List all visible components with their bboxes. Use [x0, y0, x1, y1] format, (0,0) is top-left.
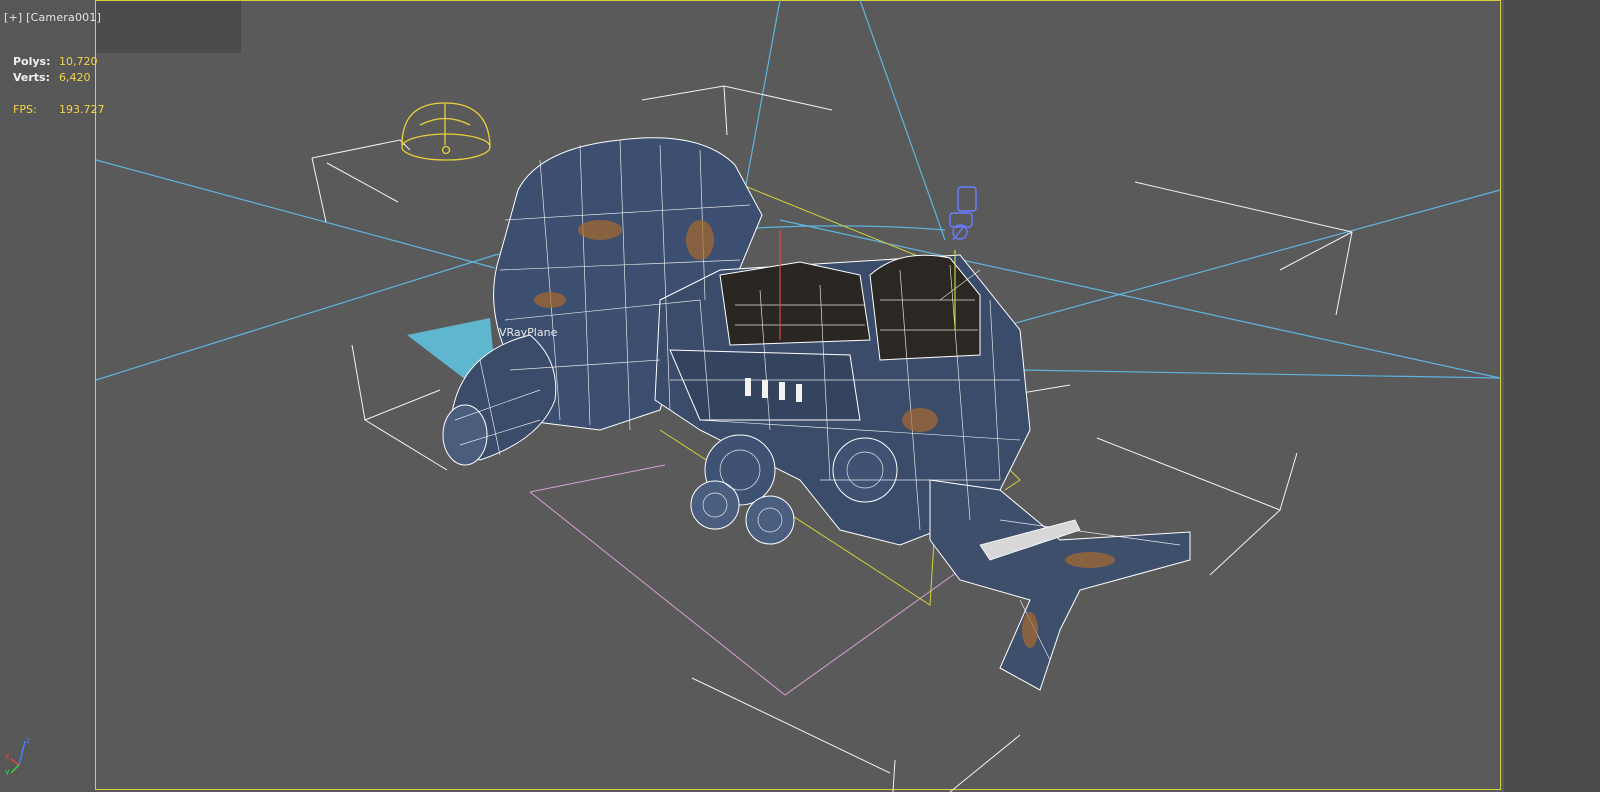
camera-icon[interactable]: [949, 186, 977, 241]
axis-z-label: z: [26, 736, 30, 745]
viewport-label: [+] [Camera001]: [4, 11, 101, 24]
stat-fps: FPS: 193.727: [13, 103, 105, 116]
scene-canvas[interactable]: [0, 0, 1600, 792]
polys-label: Polys:: [13, 55, 51, 68]
fps-value: 193.727: [59, 103, 105, 116]
viewport-menu-button[interactable]: [+]: [4, 11, 22, 24]
axis-x-label: x: [5, 752, 10, 761]
viewport-camera-button[interactable]: [Camera001]: [26, 11, 101, 24]
verts-value: 6,420: [59, 71, 91, 84]
stat-polys: Polys: 10,720: [13, 55, 98, 68]
verts-label: Verts:: [13, 71, 51, 84]
vehicle-mesh[interactable]: [442, 137, 1191, 691]
dome-light-icon[interactable]: [401, 102, 491, 161]
vray-plane-label: VRayPlane: [499, 326, 558, 339]
stat-verts: Verts: 6,420: [13, 71, 91, 84]
polys-value: 10,720: [59, 55, 98, 68]
viewport[interactable]: [+] [Camera001] Polys: 10,720 Verts: 6,420…: [0, 0, 1600, 792]
fps-label: FPS:: [13, 103, 37, 116]
axis-y-label: y: [5, 767, 10, 775]
axis-gizmo-icon: z x y: [5, 736, 30, 775]
